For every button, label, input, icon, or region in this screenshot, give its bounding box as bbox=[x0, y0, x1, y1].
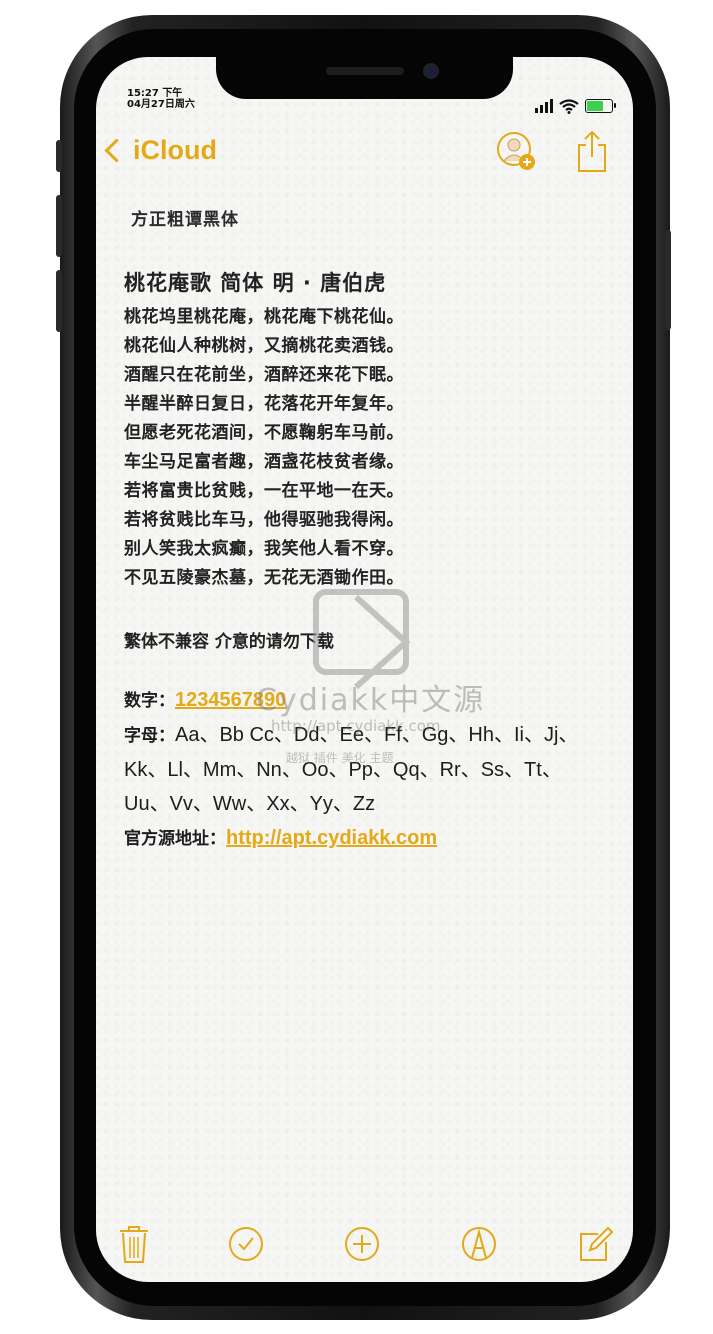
poem-title: 桃花庵歌 简体 明 · 唐伯虎 bbox=[124, 271, 387, 295]
poem-line: 若将贫贱比车马，他得驱驰我得闲。 bbox=[124, 510, 404, 530]
poem-line: 酒醒只在花前坐，酒醉还来花下眠。 bbox=[124, 365, 404, 385]
bottom-toolbar bbox=[96, 1222, 633, 1270]
source-row: 官方源地址：http://apt.cydiakk.com bbox=[124, 821, 604, 856]
share-icon[interactable] bbox=[576, 129, 608, 173]
back-label: iCloud bbox=[133, 135, 217, 165]
source-label: 官方源地址： bbox=[124, 829, 226, 849]
poem-line: 但愿老死花酒间，不愿鞠躬车马前。 bbox=[124, 423, 404, 443]
screen: 15:27 下午 04月27日周六 iCloud 方正粗谭黑体 桃花庵歌 简体 … bbox=[96, 57, 633, 1282]
status-date: 04月27日周六 bbox=[127, 99, 195, 110]
mute-switch bbox=[56, 140, 62, 172]
poem-line: 车尘马足富者趣，酒盏花枝贫者缘。 bbox=[124, 452, 404, 472]
front-camera bbox=[423, 63, 439, 79]
font-name-header: 方正粗谭黑体 bbox=[131, 210, 239, 230]
watermark-title: Cydiakk中文源 bbox=[256, 683, 486, 718]
watermark-url: http://apt.cydiakk.com bbox=[271, 717, 441, 735]
compose-icon[interactable] bbox=[576, 1222, 616, 1266]
notch bbox=[216, 57, 513, 99]
letters-label: 字母： bbox=[124, 726, 175, 746]
status-clock: 15:27 下午 bbox=[127, 88, 183, 99]
poem-line: 桃花坞里桃花庵，桃花庵下桃花仙。 bbox=[124, 307, 404, 327]
poem-line: 桃花仙人种桃树，又摘桃花卖酒钱。 bbox=[124, 336, 404, 356]
chevron-left-icon bbox=[104, 138, 129, 163]
side-button bbox=[665, 230, 671, 330]
letters-value: Aa、Bb Cc、Dd、Ee、Ff、Gg、Hh、Ii、Jj、Kk、Ll、Mm、N… bbox=[124, 724, 579, 815]
back-button[interactable]: iCloud bbox=[104, 135, 217, 166]
add-icon[interactable] bbox=[342, 1222, 382, 1266]
volume-up-button bbox=[56, 195, 62, 257]
poem-line: 别人笑我太疯癫，我笑他人看不穿。 bbox=[124, 539, 404, 559]
markup-pen-icon[interactable] bbox=[459, 1222, 499, 1266]
add-person-icon[interactable] bbox=[496, 131, 536, 171]
poem-body: 桃花坞里桃花庵，桃花庵下桃花仙。 桃花仙人种桃树，又摘桃花卖酒钱。 酒醒只在花前… bbox=[124, 303, 404, 593]
poem-line: 不见五陵豪杰墓，无花无酒锄作田。 bbox=[124, 568, 404, 588]
checklist-icon[interactable] bbox=[226, 1222, 266, 1266]
cellular-signal-icon bbox=[535, 99, 553, 113]
wifi-icon bbox=[559, 98, 579, 114]
volume-down-button bbox=[56, 270, 62, 332]
battery-icon bbox=[585, 99, 616, 113]
compat-note: 繁体不兼容 介意的请勿下载 bbox=[124, 632, 334, 652]
trash-icon[interactable] bbox=[114, 1222, 154, 1266]
source-url-link[interactable]: http://apt.cydiakk.com bbox=[226, 827, 437, 849]
poem-line: 半醒半醉日复日，花落花开年复年。 bbox=[124, 394, 404, 414]
poem-line: 若将富贵比贫贱，一在平地一在天。 bbox=[124, 481, 404, 501]
watermark-tagline: 越狱 插件 美化 主题 bbox=[286, 751, 394, 765]
status-icons bbox=[535, 97, 616, 115]
status-time: 15:27 下午 04月27日周六 bbox=[127, 88, 195, 110]
digits-label: 数字： bbox=[124, 691, 175, 711]
